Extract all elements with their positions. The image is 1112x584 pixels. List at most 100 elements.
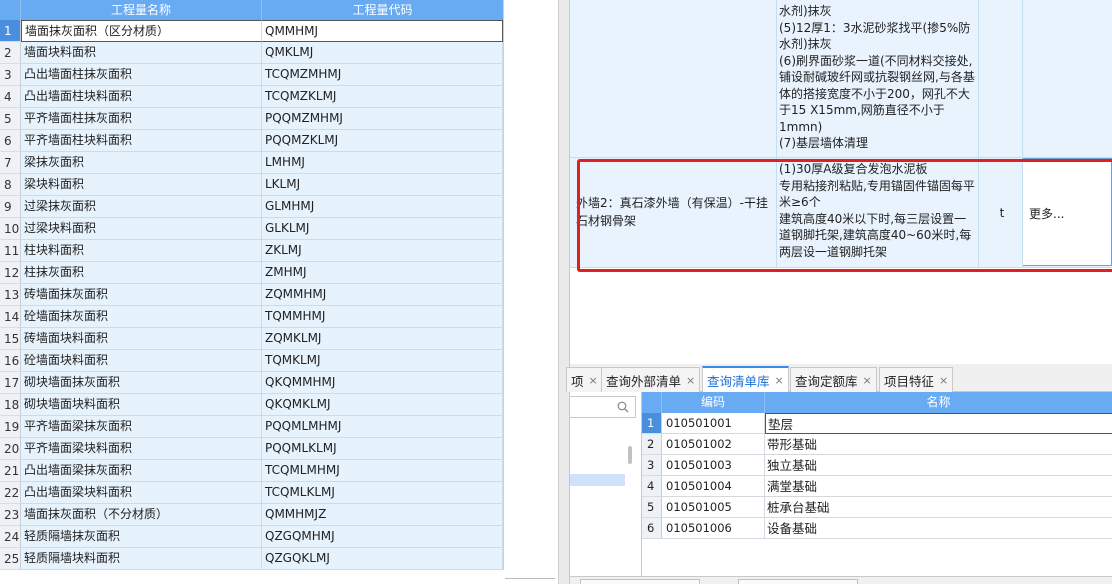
quantity-name-cell[interactable]: 凸出墙面柱抹灰面积 xyxy=(21,64,262,86)
row-number[interactable]: 6 xyxy=(642,518,662,539)
table-row[interactable]: 11 柱块料面积 ZKLMJ xyxy=(0,240,503,262)
close-icon[interactable]: × xyxy=(939,374,948,387)
quantity-code-cell[interactable]: ZMHMJ xyxy=(262,262,503,284)
quantity-code-cell[interactable]: PQQMZMHMJ xyxy=(262,108,503,130)
row-number[interactable]: 16 xyxy=(0,350,21,372)
quantity-code-cell[interactable]: QMMHMJ xyxy=(262,20,503,42)
bill-name-cell[interactable]: 桩承台基础 xyxy=(765,497,1112,518)
quantity-name-cell[interactable]: 凸出墙面柱块料面积 xyxy=(21,86,262,108)
tab-query-quota-library[interactable]: 查询定额库 × xyxy=(790,367,877,392)
bill-code-cell[interactable]: 010501001 xyxy=(662,413,765,434)
tree-scrollbar[interactable] xyxy=(628,446,632,464)
table-row[interactable]: 25 轻质隔墙块料面积 QZGQKLMJ xyxy=(0,548,503,570)
tab-query-bill-library[interactable]: 查询清单库 × xyxy=(702,366,789,392)
quantity-name-cell[interactable]: 平齐墙面柱块料面积 xyxy=(21,130,262,152)
bill-name-cell[interactable]: 设备基础 xyxy=(765,518,1112,539)
row-number[interactable]: 2 xyxy=(642,434,662,455)
quantity-name-cell[interactable]: 砖墙面抹灰面积 xyxy=(21,284,262,306)
table-row[interactable]: 3 凸出墙面柱抹灰面积 TCQMZMHMJ xyxy=(0,64,503,86)
quantity-code-cell[interactable]: QKQMKLMJ xyxy=(262,394,503,416)
table-row[interactable]: 5 010501005 桩承台基础 xyxy=(642,497,1112,518)
quantity-name-cell[interactable]: 平齐墙面梁抹灰面积 xyxy=(21,416,262,438)
quantity-code-cell[interactable]: TCQMLKLMJ xyxy=(262,482,503,504)
quantity-code-cell[interactable]: QZGQKLMJ xyxy=(262,548,503,570)
table-row[interactable]: 10 过梁块料面积 GLKLMJ xyxy=(0,218,503,240)
row-number[interactable]: 4 xyxy=(642,476,662,497)
quantity-name-cell[interactable]: 墙面抹灰面积（区分材质） xyxy=(21,20,262,42)
row-number[interactable]: 3 xyxy=(642,455,662,476)
tree-selected-node[interactable] xyxy=(570,474,625,486)
quantity-code-cell[interactable]: PQQMLKLMJ xyxy=(262,438,503,460)
row-number[interactable]: 25 xyxy=(0,548,21,570)
row-number[interactable]: 21 xyxy=(0,460,21,482)
quantity-code-cell[interactable]: LMHMJ xyxy=(262,152,503,174)
row-number[interactable]: 18 xyxy=(0,394,21,416)
quantity-code-cell[interactable]: PQQMZKLMJ xyxy=(262,130,503,152)
quantity-code-cell[interactable]: QKQMMHMJ xyxy=(262,372,503,394)
column-header-code[interactable]: 编码 xyxy=(662,392,765,413)
table-row[interactable]: 24 轻质隔墙抹灰面积 QZGQMHMJ xyxy=(0,526,503,548)
row-number[interactable]: 1 xyxy=(642,413,662,434)
row-number[interactable]: 22 xyxy=(0,482,21,504)
table-row[interactable]: 2 010501002 带形基础 xyxy=(642,434,1112,455)
table-row[interactable]: 4 凸出墙面柱块料面积 TCQMZKLMJ xyxy=(0,86,503,108)
search-icon[interactable] xyxy=(617,401,629,413)
quantity-code-cell[interactable]: TQMMHMJ xyxy=(262,306,503,328)
row-number[interactable]: 9 xyxy=(0,196,21,218)
quantity-code-cell[interactable]: QMKLMJ xyxy=(262,42,503,64)
detail-row-2[interactable]: 外墙2：真石漆外墙（有保温）-干挂石材钢骨架 (1)30厚A级复合发泡水泥板 专用… xyxy=(570,158,1112,268)
quantity-name-cell[interactable]: 凸出墙面梁块料面积 xyxy=(21,482,262,504)
tab-partial[interactable]: 项 × xyxy=(566,367,603,392)
table-row[interactable]: 14 砼墙面抹灰面积 TQMMHMJ xyxy=(0,306,503,328)
row-number[interactable]: 12 xyxy=(0,262,21,284)
row2-more-cell[interactable]: 更多... xyxy=(1022,158,1112,266)
row-number[interactable]: 17 xyxy=(0,372,21,394)
table-row[interactable]: 5 平齐墙面柱抹灰面积 PQQMZMHMJ xyxy=(0,108,503,130)
quantity-code-cell[interactable]: TQMKLMJ xyxy=(262,350,503,372)
quantity-name-cell[interactable]: 平齐墙面梁块料面积 xyxy=(21,438,262,460)
quantity-code-cell[interactable]: ZQMMHMJ xyxy=(262,284,503,306)
row-number[interactable]: 1 xyxy=(0,20,21,42)
bill-code-cell[interactable]: 010501005 xyxy=(662,497,765,518)
table-row[interactable]: 23 墙面抹灰面积（不分材质） QMMHMJZ xyxy=(0,504,503,526)
table-row[interactable]: 17 砌块墙面抹灰面积 QKQMMHMJ xyxy=(0,372,503,394)
row-number[interactable]: 4 xyxy=(0,86,21,108)
close-icon[interactable]: × xyxy=(686,374,695,387)
row-number[interactable]: 24 xyxy=(0,526,21,548)
row1-feature-description[interactable]: 水剂)抹灰 (5)12厚1：3水泥砂浆找平(掺5%防 水剂)抹灰 (6)刷界面砂浆一道… xyxy=(779,3,979,152)
quantity-name-cell[interactable]: 轻质隔墙块料面积 xyxy=(21,548,262,570)
row-number[interactable]: 19 xyxy=(0,416,21,438)
quantity-code-cell[interactable]: TCQMLMHMJ xyxy=(262,460,503,482)
quantity-name-cell[interactable]: 墙面抹灰面积（不分材质） xyxy=(21,504,262,526)
bill-code-cell[interactable]: 010501006 xyxy=(662,518,765,539)
bill-code-cell[interactable]: 010501003 xyxy=(662,455,765,476)
quantity-name-cell[interactable]: 轻质隔墙抹灰面积 xyxy=(21,526,262,548)
quantity-code-cell[interactable]: TCQMZMHMJ xyxy=(262,64,503,86)
close-icon[interactable]: × xyxy=(589,374,598,387)
row-number[interactable]: 10 xyxy=(0,218,21,240)
quantity-name-cell[interactable]: 平齐墙面柱抹灰面积 xyxy=(21,108,262,130)
table-row[interactable]: 9 过梁抹灰面积 GLMHMJ xyxy=(0,196,503,218)
table-row[interactable]: 12 柱抹灰面积 ZMHMJ xyxy=(0,262,503,284)
table-row[interactable]: 15 砖墙面块料面积 ZQMKLMJ xyxy=(0,328,503,350)
table-row[interactable]: 6 010501006 设备基础 xyxy=(642,518,1112,539)
quantity-name-cell[interactable]: 柱块料面积 xyxy=(21,240,262,262)
bill-code-cell[interactable]: 010501004 xyxy=(662,476,765,497)
quantity-name-cell[interactable]: 墙面块料面积 xyxy=(21,42,262,64)
more-link[interactable]: 更多... xyxy=(1029,205,1064,222)
column-header-name[interactable]: 名称 xyxy=(765,392,1112,413)
row2-item-name[interactable]: 外墙2：真石漆外墙（有保温）-干挂石材钢骨架 xyxy=(576,194,774,230)
row-number[interactable]: 8 xyxy=(0,174,21,196)
detail-row-1[interactable]: 水剂)抹灰 (5)12厚1：3水泥砂浆找平(掺5%防 水剂)抹灰 (6)刷界面砂浆一道… xyxy=(570,0,1112,158)
column-header-code[interactable]: 工程量代码 xyxy=(262,0,503,20)
row-number[interactable]: 3 xyxy=(0,64,21,86)
table-row[interactable]: 19 平齐墙面梁抹灰面积 PQQMLMHMJ xyxy=(0,416,503,438)
quantity-code-cell[interactable]: GLKLMJ xyxy=(262,218,503,240)
table-row[interactable]: 7 梁抹灰面积 LMHMJ xyxy=(0,152,503,174)
search-input[interactable] xyxy=(570,396,636,418)
row-number[interactable]: 20 xyxy=(0,438,21,460)
table-row[interactable]: 4 010501004 满堂基础 xyxy=(642,476,1112,497)
splitter-handle[interactable] xyxy=(558,0,570,584)
quantity-code-cell[interactable]: PQQMLMHMJ xyxy=(262,416,503,438)
quantity-name-cell[interactable]: 砌块墙面抹灰面积 xyxy=(21,372,262,394)
